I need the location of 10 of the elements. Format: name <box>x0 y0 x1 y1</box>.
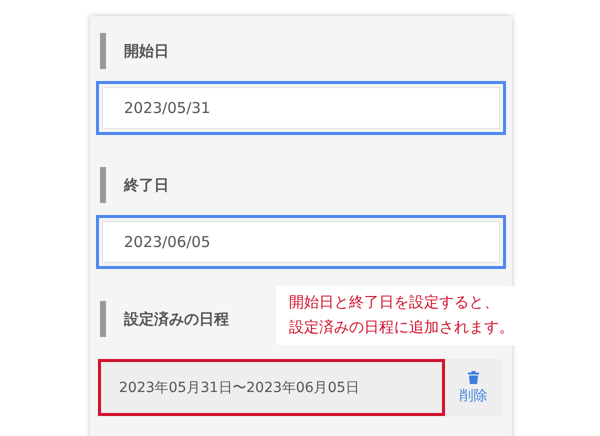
section-heading: 設定済みの日程 <box>124 310 229 328</box>
date-field[interactable]: 2023/05/31 <box>96 81 506 135</box>
trash-icon <box>468 370 479 384</box>
heading-bar <box>100 33 106 69</box>
heading-bar <box>100 167 106 203</box>
date-field[interactable]: 2023/06/05 <box>96 215 506 269</box>
heading-bar <box>100 301 106 337</box>
section-heading: 終了日 <box>124 176 169 194</box>
section-heading: 開始日 <box>124 42 169 60</box>
schedule-entry: 2023年05月31日〜2023年06月05日 <box>98 359 445 416</box>
